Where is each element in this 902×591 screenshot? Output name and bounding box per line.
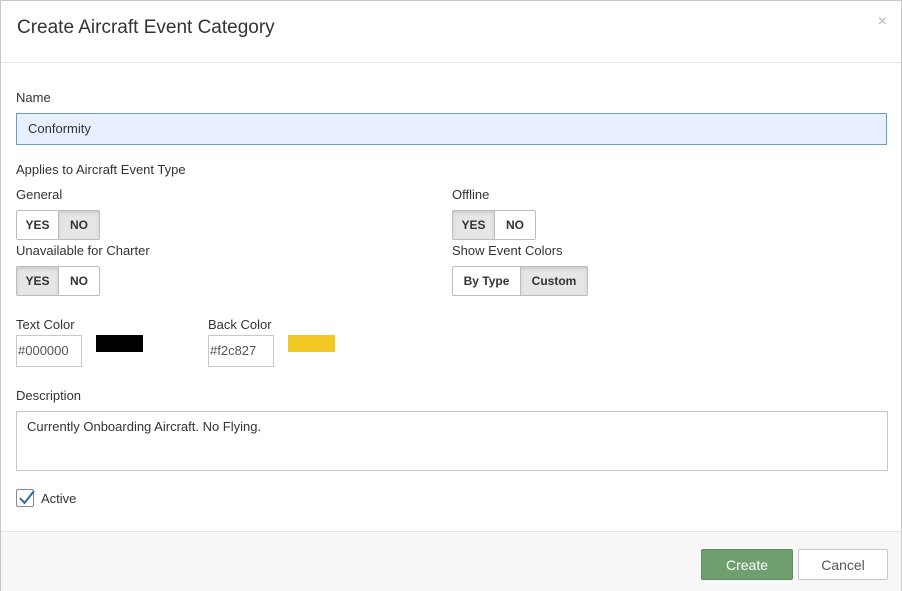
applies-to-label: Applies to Aircraft Event Type [16,162,186,177]
offline-yes-button[interactable]: YES [453,211,494,239]
offline-no-button[interactable]: NO [493,211,535,239]
close-icon[interactable]: × [878,13,887,31]
create-button[interactable]: Create [701,549,793,580]
modal-footer: Create Cancel [1,531,901,591]
text-color-input[interactable]: #000000 [16,335,82,367]
show-event-colors-toggle: By Type Custom [452,266,588,296]
modal-header: Create Aircraft Event Category × [1,1,901,63]
unavailable-for-charter-toggle: YES NO [16,266,100,296]
create-aircraft-event-category-dialog: Create Aircraft Event Category × Name Co… [0,0,902,591]
general-no-button[interactable]: NO [57,211,99,239]
back-color-input[interactable]: #f2c827 [208,335,274,367]
name-label: Name [16,90,51,105]
unavailable-no-button[interactable]: NO [57,267,99,295]
name-input[interactable]: Conformity [16,113,887,145]
text-color-swatch[interactable] [96,335,143,352]
modal-title: Create Aircraft Event Category [17,17,275,38]
offline-toggle: YES NO [452,210,536,240]
general-label: General [16,187,63,202]
text-color-label: Text Color [16,317,75,332]
unavailable-yes-button[interactable]: YES [17,267,58,295]
custom-button[interactable]: Custom [520,267,587,295]
back-color-label: Back Color [208,317,272,332]
cancel-button[interactable]: Cancel [798,549,888,580]
general-toggle: YES NO [16,210,100,240]
description-label: Description [16,388,82,403]
description-textarea[interactable]: Currently Onboarding Aircraft. No Flying… [16,411,888,471]
by-type-button[interactable]: By Type [453,267,520,295]
general-yes-button[interactable]: YES [17,211,58,239]
active-checkbox[interactable] [16,489,35,507]
checkmark-icon [19,490,35,505]
offline-label: Offline [452,187,490,202]
back-color-swatch[interactable] [288,335,335,352]
unavailable-for-charter-label: Unavailable for Charter [16,243,150,258]
show-event-colors-label: Show Event Colors [452,243,563,258]
active-label: Active [41,491,77,506]
